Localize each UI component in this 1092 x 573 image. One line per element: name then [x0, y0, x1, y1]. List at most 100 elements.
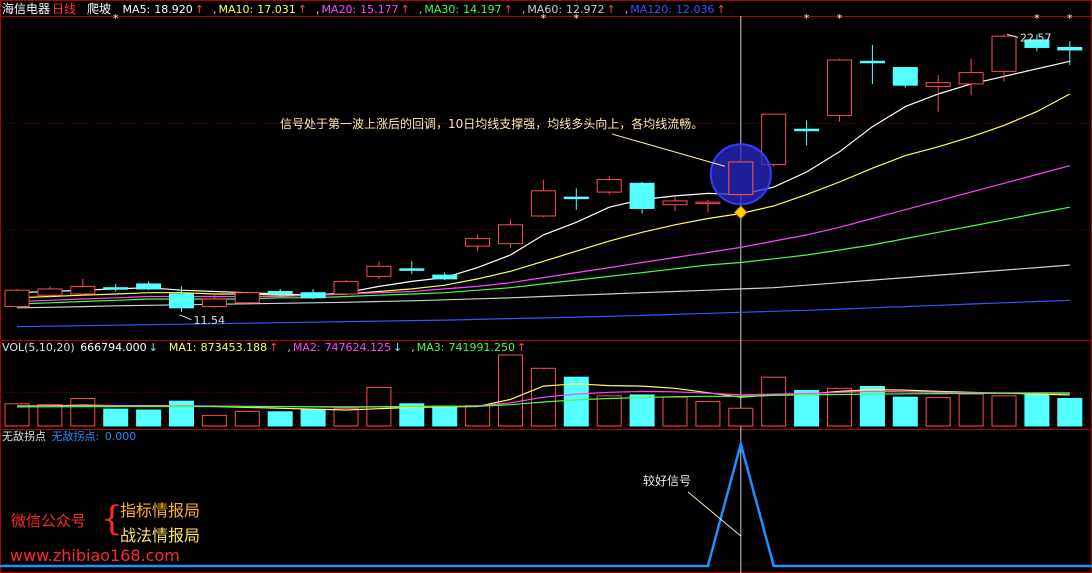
annotation-pointer [611, 133, 725, 167]
ma-label: MA120: [630, 3, 672, 16]
candlesticks [4, 34, 1083, 312]
indicator-name[interactable]: 无敌拐点 [2, 430, 46, 443]
volume-value: 666794.000 [80, 341, 147, 354]
high-price-label: 22.57 [1020, 31, 1052, 44]
ma-item: MA10: 17.031 ↑ [219, 3, 314, 16]
star-marker: * [804, 12, 810, 25]
candle-up [201, 298, 227, 308]
ma-label: MA10: [218, 3, 254, 16]
volume-bar-up [596, 395, 622, 427]
ma-value: 14.197 [463, 3, 502, 16]
candle-down [629, 182, 655, 209]
volume-bar-down [136, 409, 162, 427]
candle-down [169, 293, 194, 309]
period-label[interactable]: 日线 [52, 2, 76, 16]
volume-bar-up [925, 397, 951, 427]
candle-down [794, 128, 820, 132]
ma-arrow: ↑ [503, 3, 513, 16]
ma-value: 741991.250 [448, 341, 515, 354]
ma-arrow: ↑ [606, 3, 616, 16]
volume-bar-up [70, 397, 96, 427]
watermark-url[interactable]: www.zhibiao168.com [10, 546, 180, 565]
ma-value: 18.920 [154, 3, 193, 16]
ma-label: MA1: [168, 341, 197, 354]
star-marker: * [837, 12, 843, 25]
volume-bar-up [465, 405, 491, 427]
ma-arrow: ↑ [269, 341, 279, 354]
signal-pointer [687, 491, 742, 537]
chart-canvas: * * * * * * * 22.5711.54 [0, 0, 1092, 573]
low-price-label: 11.54 [194, 314, 226, 327]
main-annotation-text: 信号处于第一波上涨后的回调，10日均线支撑强，均线多头向上，各均线流畅。 [280, 117, 704, 131]
watermark-line1: 指标情报局 [120, 501, 201, 520]
volume-bar-up [958, 393, 984, 427]
volume-bar-down [859, 386, 885, 427]
volume-bar-up [333, 407, 359, 427]
ma-label: MA20: [321, 3, 357, 16]
candle-down [1057, 46, 1083, 51]
candle-down [399, 268, 425, 271]
volume-bar-down [1024, 394, 1050, 427]
candle-down [859, 60, 885, 64]
candle-down [563, 196, 589, 200]
volume-bar-down [432, 405, 458, 427]
candle-up [530, 190, 556, 217]
volume-arrow: ↓ [148, 341, 158, 354]
volume-bar-down [267, 411, 293, 427]
ma-arrow: ↑ [400, 3, 410, 16]
volume-bar-down [892, 396, 918, 427]
ma-arrow: ↑ [516, 341, 527, 354]
ma-label: MA2: [292, 341, 321, 354]
ma-item: MA3: 741991.250 ↑ [417, 341, 533, 354]
ma-value: 12.972 [566, 3, 605, 16]
signal-annotation-text: 较好信号 [643, 474, 692, 488]
highlight-circle [709, 143, 772, 206]
volume-bar-up [201, 414, 227, 427]
ma-value: 873453.188 [200, 341, 268, 354]
stock-name[interactable]: 海信电器 [2, 2, 50, 16]
candle-up [695, 201, 721, 205]
volume-bar-up [37, 404, 63, 427]
ma-item: MA120: 12.036 ↑ [630, 3, 732, 16]
candle-up [827, 59, 852, 116]
volume-header: VOL(5,10,20) 666794.000 ↓, MA1: 873453.188… [2, 341, 537, 355]
ma-value: 17.031 [257, 3, 296, 16]
candle-up [333, 280, 359, 295]
ma-item: MA2: 747624.125 ↓ [293, 341, 409, 354]
candle-up [465, 238, 491, 247]
ma-item: MA30: 14.197 ↑ [424, 3, 519, 16]
candle-up [4, 289, 30, 308]
candle-up [37, 288, 63, 296]
volume-bar-up [991, 395, 1017, 427]
candle-down [103, 287, 129, 290]
candle-up [925, 82, 951, 87]
candle-down [136, 283, 162, 290]
watermark-line2: 战法情报局 [120, 526, 201, 545]
star-marker: * [1034, 12, 1040, 25]
ma-arrow: ↑ [716, 3, 726, 16]
volume-bar-up [234, 410, 260, 427]
volume-bar-up [498, 354, 523, 427]
pattern-label: 爬坡 [87, 2, 112, 16]
annotation-overlay: 22.57 11.54 [179, 31, 1052, 537]
volume-bar-down [103, 408, 129, 427]
candle-up [958, 72, 984, 85]
star-marker: * [1067, 12, 1073, 25]
candle-up [596, 179, 622, 193]
candle-up [662, 200, 688, 206]
volume-bar-down [794, 390, 820, 427]
volume-bar-down [300, 409, 326, 427]
indicator-series-value: 0.000 [104, 430, 137, 443]
indicator-header: 无敌拐点 无敌拐点: 0.000 [2, 430, 138, 444]
ma-item: MA20: 15.177 ↑ [321, 3, 416, 16]
ma-value: 12.036 [675, 3, 715, 16]
ma-value: 15.177 [360, 3, 399, 16]
volume-bar-up [728, 407, 754, 427]
candle-up [70, 285, 96, 295]
volume-label[interactable]: VOL(5,10,20) [2, 341, 75, 354]
candle-down [432, 274, 458, 280]
low-label-arrow [179, 314, 192, 321]
volume-bar-down [169, 400, 194, 427]
price-header: 海信电器 日线 爬坡 MA5: 18.920 ↑, MA10: 17.031 ↑, MA20: 1… [2, 2, 737, 17]
signal-diamond-marker [734, 205, 748, 220]
